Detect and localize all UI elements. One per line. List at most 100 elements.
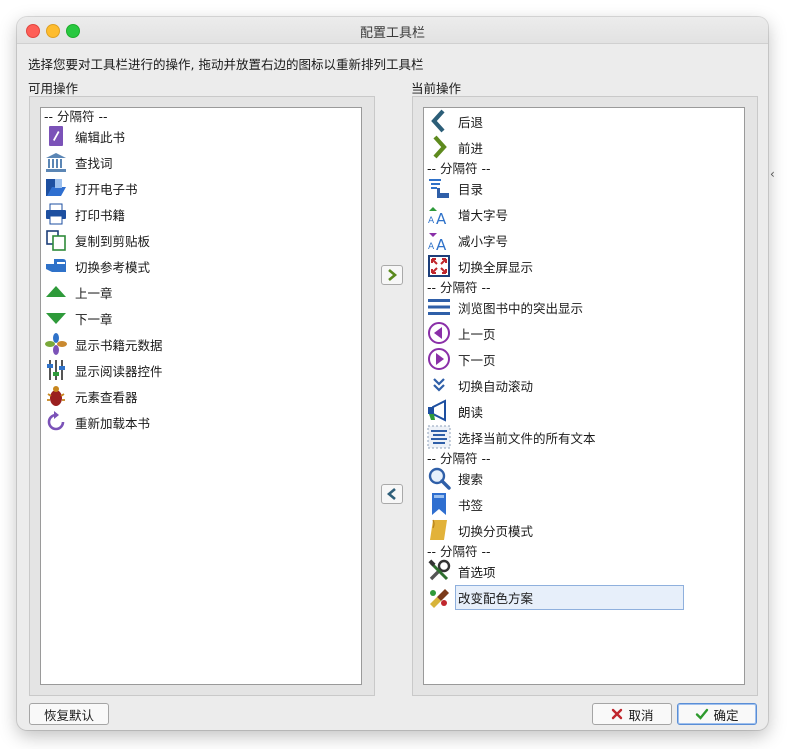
font-smaller-icon: AA <box>427 228 451 252</box>
item-label: 切换分页模式 <box>458 523 534 539</box>
item-label: 前进 <box>458 140 484 156</box>
item-label: 改变配色方案 <box>455 584 685 610</box>
toolbar-action-item[interactable]: 首选项 <box>424 558 744 584</box>
item-label: 目录 <box>458 181 484 197</box>
svg-text:A: A <box>436 236 447 252</box>
separator-item[interactable]: -- 分隔符 -- <box>424 543 744 559</box>
toolbar-action-item[interactable]: 显示阅读器控件 <box>41 357 361 383</box>
reload-icon <box>44 410 68 434</box>
toolbar-action-item[interactable]: 重新加载本书 <box>41 409 361 435</box>
toolbar-action-item[interactable]: 打印书籍 <box>41 201 361 227</box>
item-label: 减小字号 <box>458 233 509 249</box>
autoscroll-icon <box>427 373 451 397</box>
toolbar-action-item[interactable]: 切换自动滚动 <box>424 372 744 398</box>
separator-item[interactable]: -- 分隔符 -- <box>424 279 744 295</box>
toolbar-action-item[interactable]: 切换全屏显示 <box>424 253 744 279</box>
configure-toolbar-dialog: 配置工具栏 选择您要对工具栏进行的操作, 拖动并放置右边的图标以重新排列工具栏 … <box>17 17 768 730</box>
toolbar-action-item[interactable]: 选择当前文件的所有文本 <box>424 424 744 450</box>
toolbar-action-item[interactable]: 下一页 <box>424 346 744 372</box>
item-label: 上一页 <box>458 326 496 342</box>
separator-item[interactable]: -- 分隔符 -- <box>424 160 744 176</box>
toolbar-action-item[interactable]: 显示书籍元数据 <box>41 331 361 357</box>
toolbar-action-item[interactable]: 浏览图书中的突出显示 <box>424 294 744 320</box>
toolbar-action-item[interactable]: 复制到剪贴板 <box>41 227 361 253</box>
reader-controls-icon <box>44 358 68 382</box>
item-label: 后退 <box>458 114 484 130</box>
cancel-button[interactable]: 取消 <box>592 703 672 725</box>
available-actions-list[interactable]: -- 分隔符 -- 编辑此书 查找词打开电子书打印书籍复制到剪贴板 切换参考模式 上一章… <box>40 107 362 685</box>
toolbar-action-item[interactable]: 前进 <box>424 134 744 160</box>
toolbar-action-item[interactable]: A A 增大字号 <box>424 201 744 227</box>
item-label: 书签 <box>458 497 484 513</box>
next-page-icon <box>427 347 451 371</box>
toolbar-action-item[interactable]: 打开电子书 <box>41 175 361 201</box>
item-label: 元素查看器 <box>75 389 138 405</box>
restore-defaults-button[interactable]: 恢复默认 <box>29 703 109 725</box>
toolbar-action-item[interactable]: 编辑此书 <box>41 123 361 149</box>
remove-from-toolbar-button[interactable] <box>381 484 403 504</box>
reference-mode-icon <box>44 254 68 278</box>
svg-text:A: A <box>428 242 435 252</box>
cancel-x-icon <box>612 708 623 720</box>
item-label: 打印书籍 <box>75 207 126 223</box>
previous-page-icon <box>427 321 451 345</box>
item-label: 选择当前文件的所有文本 <box>458 430 596 446</box>
back-icon <box>427 109 451 133</box>
highlights-icon <box>427 295 451 319</box>
item-label: 上一章 <box>75 285 113 301</box>
restore-defaults-label: 恢复默认 <box>43 707 94 723</box>
toolbar-action-item[interactable]: 上一章 <box>41 279 361 305</box>
open-ebook-icon <box>44 176 68 200</box>
item-label: 增大字号 <box>458 207 509 223</box>
item-label: 复制到剪贴板 <box>75 233 151 249</box>
preferences-icon <box>427 559 451 583</box>
next-chapter-icon <box>44 306 68 330</box>
toolbar-action-item[interactable]: 上一页 <box>424 320 744 346</box>
available-actions-group: -- 分隔符 -- 编辑此书 查找词打开电子书打印书籍复制到剪贴板 切换参考模式 上一章… <box>29 96 375 696</box>
print-icon <box>44 202 68 226</box>
toolbar-action-item[interactable]: 书签 <box>424 491 744 517</box>
metadata-icon <box>44 332 68 356</box>
previous-chapter-icon <box>44 280 68 304</box>
toolbar-action-item[interactable]: 目录 <box>424 175 744 201</box>
separator-item[interactable]: -- 分隔符 -- <box>41 108 361 124</box>
color-scheme-icon <box>427 585 451 609</box>
chevron-left-icon <box>386 488 396 500</box>
item-label: 打开电子书 <box>75 181 138 197</box>
toolbar-action-item[interactable]: 元素查看器 <box>41 383 361 409</box>
ok-label: 确定 <box>713 707 739 723</box>
svg-text:A: A <box>428 216 435 226</box>
copy-icon <box>44 228 68 252</box>
toc-icon <box>427 176 451 200</box>
item-label: 切换全屏显示 <box>458 259 534 275</box>
current-actions-label: 当前操作 <box>411 81 462 96</box>
toolbar-action-item[interactable]: A A 减小字号 <box>424 227 744 253</box>
item-label: 朗读 <box>458 404 484 420</box>
toolbar-action-item[interactable]: 后退 <box>424 108 744 134</box>
fullscreen-icon <box>427 254 451 278</box>
inspector-bug-icon <box>44 384 68 408</box>
toolbar-action-item[interactable]: 切换分页模式 <box>424 517 744 543</box>
chevron-right-icon <box>388 269 398 281</box>
item-label: 首选项 <box>458 564 496 580</box>
separator-item[interactable]: -- 分隔符 -- <box>424 450 744 466</box>
forward-icon <box>427 135 451 159</box>
font-larger-icon: AA <box>427 202 451 226</box>
item-label: 重新加载本书 <box>75 415 151 431</box>
item-label: 下一章 <box>75 311 113 327</box>
title-bar: 配置工具栏 <box>17 17 768 44</box>
cancel-label: 取消 <box>628 707 654 723</box>
toolbar-action-item[interactable]: 切换参考模式 <box>41 253 361 279</box>
toolbar-action-item[interactable]: 下一章 <box>41 305 361 331</box>
toolbar-action-item[interactable]: 朗读 <box>424 398 744 424</box>
ok-button[interactable]: 确定 <box>677 703 757 725</box>
window-title: 配置工具栏 <box>359 26 425 41</box>
toolbar-action-item[interactable]: 改变配色方案 <box>424 584 744 610</box>
item-label: 切换参考模式 <box>75 259 151 275</box>
item-label: 浏览图书中的突出显示 <box>458 300 584 316</box>
item-label: 下一页 <box>458 352 496 368</box>
toolbar-action-item[interactable]: 搜索 <box>424 465 744 491</box>
current-actions-list[interactable]: 后退 前进 -- 分隔符 -- 目录 A A 增大字号 A A 减小字号 切换全屏显示 -- 分隔符 … <box>423 107 745 685</box>
add-to-toolbar-button[interactable] <box>381 265 403 285</box>
toolbar-action-item[interactable]: 查找词 <box>41 149 361 175</box>
